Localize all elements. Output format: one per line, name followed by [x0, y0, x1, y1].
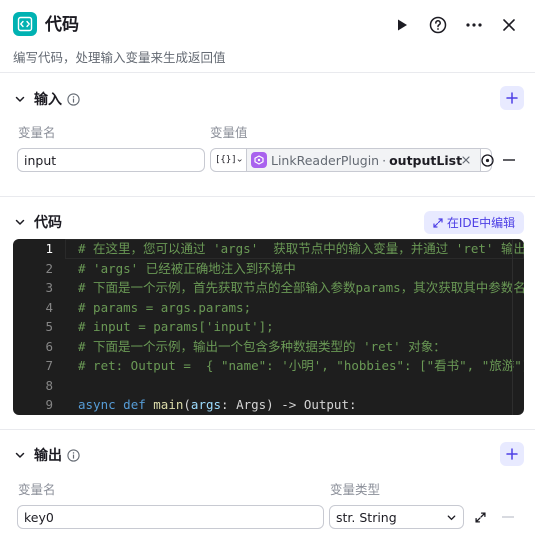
array-object-type-tag: [{}]: [215, 155, 237, 165]
code-line: # 在这里，您可以通过 'args' 获取节点中的输入变量，并通过 'ret' …: [78, 241, 524, 256]
line-number: 4: [45, 299, 53, 315]
info-icon[interactable]: [67, 92, 80, 106]
input-section-header[interactable]: 输入: [13, 89, 80, 109]
output-section-header[interactable]: 输出: [13, 445, 80, 465]
plus-icon: [506, 448, 518, 460]
divider: [0, 72, 535, 73]
divider: [0, 429, 535, 430]
output-type-select[interactable]: str. String: [329, 505, 464, 529]
code-line: # 'args' 已经被正确地注入到环境中: [78, 260, 296, 276]
line-number: 9: [45, 397, 53, 412]
remove-output-button[interactable]: [501, 510, 515, 524]
variable-name-label: 变量名: [18, 125, 56, 140]
help-icon: [429, 16, 447, 34]
plugin-name: LinkReaderPlugin: [271, 152, 380, 168]
output-variable-name-value: key0: [24, 509, 54, 525]
line-number: 3: [45, 280, 53, 295]
line-number: 6: [45, 338, 53, 354]
line-number: 7: [45, 358, 53, 373]
code-editor[interactable]: 1 2 3 4 5 6 7 8 9 # 在这里，您可以通过 'args' 获取节…: [13, 239, 524, 415]
node-description[interactable]: 编写代码，处理输入变量来生成返回值: [13, 47, 226, 66]
clear-reference-button[interactable]: [462, 156, 470, 164]
code-node-logo: [13, 12, 37, 36]
chevron-down-icon: [447, 514, 456, 520]
line-number: 8: [45, 377, 53, 393]
chevron-down-icon[interactable]: [13, 448, 27, 462]
more-button[interactable]: [463, 14, 485, 36]
code-line: # input = params['input'];: [78, 319, 274, 334]
line-number: 1: [45, 241, 53, 256]
minus-icon: [503, 159, 515, 161]
node-title[interactable]: 代码: [45, 14, 79, 36]
input-variable-name-field[interactable]: input: [17, 148, 205, 172]
paren: (: [183, 397, 191, 412]
divider: [0, 196, 535, 197]
code-line: # 下面是一个示例，输出一个包含多种数据类型的 'ret' 对象：: [78, 338, 446, 354]
minus-icon: [502, 516, 514, 518]
value-type-select[interactable]: [{}]: [211, 149, 247, 171]
param-name: args: [190, 397, 222, 412]
edit-in-ide-button[interactable]: 在IDE中编辑: [424, 211, 524, 234]
output-variable-name-field[interactable]: key0: [17, 505, 324, 529]
expand-output-button[interactable]: [473, 510, 487, 524]
close-icon: [462, 156, 470, 164]
output-type-value: str. String: [336, 509, 397, 525]
line-number: 2: [45, 260, 53, 276]
code-line: # ret: Output = { "name": '小明', "hobbies…: [78, 358, 524, 373]
run-button[interactable]: [391, 14, 413, 36]
output-field-name: outputList: [389, 152, 463, 168]
output-variable-name-label: 变量名: [18, 482, 56, 497]
variable-picker-button[interactable]: [480, 149, 494, 171]
add-input-button[interactable]: [500, 86, 524, 110]
plus-icon: [506, 92, 518, 104]
vertical-scrollbar[interactable]: [512, 239, 524, 415]
play-icon: [398, 19, 407, 31]
variable-value-label: 变量值: [210, 125, 248, 140]
close-icon: [503, 19, 515, 31]
line-number-gutter: 1 2 3 4 5 6 7 8 9: [13, 239, 65, 415]
code-section-header[interactable]: 代码: [13, 212, 62, 232]
input-variable-name-value: input: [24, 152, 57, 168]
output-variable-type-label: 变量类型: [330, 482, 381, 497]
reference-value-chip[interactable]: LinkReaderPlugin · outputList: [247, 149, 481, 171]
path-separator: ·: [382, 152, 387, 168]
chevron-down-icon[interactable]: [13, 92, 27, 106]
close-button[interactable]: [498, 14, 520, 36]
chevron-down-icon[interactable]: [13, 215, 27, 229]
chevron-down-icon: [237, 158, 242, 162]
expand-icon: [474, 511, 486, 523]
remove-input-button[interactable]: [502, 153, 516, 167]
keyword-async: async: [78, 397, 116, 412]
line-number: 5: [45, 319, 53, 334]
code-line-main-def: async def main(args: Args) -> Output:: [78, 395, 357, 415]
edit-in-ide-label: 在IDE中编辑: [446, 216, 516, 230]
keyword-def: def: [123, 397, 146, 412]
target-icon: [481, 153, 494, 167]
help-button[interactable]: [427, 14, 449, 36]
function-name: main: [153, 397, 184, 412]
code-icon: [17, 16, 33, 32]
more-icon: [466, 23, 482, 27]
signature-rest: : Args) -> Output:: [221, 397, 357, 412]
input-variable-value-field[interactable]: [{}] LinkReaderPlugin · outputList: [210, 148, 494, 172]
code-line: # 下面是一个示例，首先获取节点的全部输入参数params，其次获取其中参数名为…: [78, 280, 524, 295]
output-section-title: 输出: [34, 448, 62, 464]
input-section-title: 输入: [34, 92, 62, 108]
info-icon[interactable]: [67, 448, 80, 462]
expand-icon: [433, 217, 443, 228]
plugin-icon: [251, 152, 267, 168]
add-output-button[interactable]: [500, 442, 524, 466]
code-section-title: 代码: [34, 215, 62, 231]
code-line: # params = args.params;: [78, 299, 252, 315]
